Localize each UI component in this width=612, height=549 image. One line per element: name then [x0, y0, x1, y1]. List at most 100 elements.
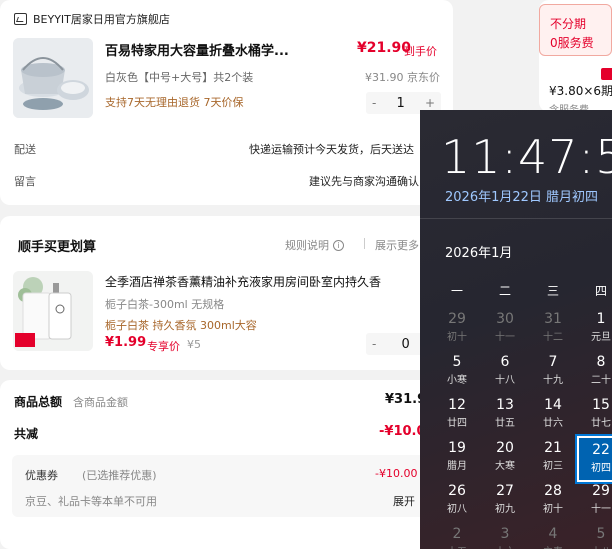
bundle-item-image[interactable] — [13, 271, 93, 351]
product-price: ¥21.90 — [357, 40, 412, 56]
calendar-day[interactable]: 3十六 — [481, 522, 529, 549]
rule-link-label: 规则说明 — [285, 239, 329, 252]
calendar-day-number: 29 — [592, 483, 610, 499]
calendar-day[interactable]: 14 廿六 — [529, 393, 577, 439]
calendar-lunar-label: 十六 — [481, 543, 529, 549]
calendar-day[interactable]: 13 廿五 — [481, 393, 529, 439]
bundle-original-price: ¥5 — [187, 338, 201, 351]
calendar-lunar-label: 廿七 — [591, 418, 611, 429]
link-divider — [364, 238, 365, 249]
calendar-day[interactable]: 15 廿七 — [577, 393, 612, 439]
calendar-day[interactable]: 29 十一 — [577, 479, 612, 525]
calendar-day[interactable]: 30 十一 — [481, 307, 529, 353]
calendar-day-number: 3 — [500, 526, 510, 542]
bundle-item-price: ¥1.99 — [105, 335, 147, 350]
calendar-day-number: 15 — [592, 397, 610, 413]
calendar-day-number: 5 — [452, 354, 462, 370]
calendar-day[interactable]: 8 二十 — [577, 350, 612, 396]
calendar-day-number: 20 — [496, 440, 514, 456]
delivery-label: 配送 — [14, 143, 36, 156]
weekday-thu: 四 — [594, 284, 607, 298]
calendar-day[interactable]: 29 初十 — [433, 307, 481, 353]
calendar-lunar-label: 立春 — [529, 543, 577, 549]
calendar-month-label[interactable]: 2026年1月 — [445, 242, 512, 261]
quantity-value[interactable]: 1 — [397, 96, 405, 111]
clock-time: 11:47:51 — [441, 130, 612, 184]
calendar-lunar-label: 十九 — [543, 375, 563, 386]
delivery-value[interactable]: 快递运输预计今天发货，后天送达 — [249, 141, 414, 157]
calendar-lunar-label: 元旦 — [591, 332, 611, 343]
rule-link[interactable]: 规则说明 i — [285, 237, 344, 253]
expand-button[interactable]: 展开 — [393, 493, 415, 509]
calendar-day-number: 8 — [596, 354, 606, 370]
calendar-day-number: 2 — [452, 526, 462, 542]
total-label: 商品总额 — [14, 395, 63, 409]
calendar-day[interactable]: 26 初八 — [433, 479, 481, 525]
calendar-lunar-label: 初十 — [543, 504, 563, 515]
calendar-lunar-label: 十一 — [591, 504, 611, 515]
calendar-day[interactable]: 31 十二 — [529, 307, 577, 353]
weekday-mon: 一 — [450, 284, 463, 298]
clock-date-link[interactable]: 2026年1月22日 腊月初四 — [445, 186, 598, 205]
calendar-lunar-label: 十八 — [495, 375, 515, 386]
product-spec[interactable]: 白灰色【中号+大号】共2个装 — [105, 69, 253, 85]
calendar-day-number: 31 — [544, 311, 562, 327]
installment-price[interactable]: ¥3.80×6期 — [549, 82, 612, 99]
folding-bucket-image — [13, 38, 93, 118]
note-input[interactable]: 建议先与商家沟通确认 — [309, 173, 419, 189]
bundle-quantity-value[interactable]: 0 — [402, 337, 410, 352]
calendar-lunar-label: 十二 — [543, 332, 563, 343]
shop-row[interactable]: BEYYIT居家日用官方旗舰店 — [14, 11, 170, 27]
calendar-day-today[interactable]: 22 初四 — [575, 434, 612, 484]
calendar-day[interactable]: 5 小寒 — [433, 350, 481, 396]
no-installment-option[interactable]: 不分期 0服务费 — [539, 4, 612, 56]
summary-card: 商品总额 含商品金额 ¥31.90 共减 -¥10.00 优惠券 (已选推荐优惠… — [0, 380, 453, 549]
calendar-day[interactable]: 21 初三 — [529, 436, 577, 482]
increase-button[interactable]: + — [425, 96, 435, 110]
calendar-day-number: 21 — [544, 440, 562, 456]
calendar-day[interactable]: 28 初十 — [529, 479, 577, 525]
shop-icon — [14, 13, 27, 25]
original-price: ¥31.90 京东价 — [365, 71, 440, 84]
total-sub: 含商品金额 — [73, 396, 128, 409]
price-tag: 到手价 — [404, 45, 437, 58]
coupon-box: 优惠券 (已选推荐优惠) -¥10.00 > 京豆、礼品卡等本单不可用 展开 — [12, 455, 443, 517]
bundle-price-label: 专享价 — [147, 340, 180, 353]
calendar-day[interactable]: 20 大寒 — [481, 436, 529, 482]
calendar-lunar-label: 廿五 — [495, 418, 515, 429]
shop-name: BEYYIT居家日用官方旗舰店 — [33, 13, 170, 26]
bundle-item-tags: 栀子白茶 持久香氛 300ml大容 — [105, 319, 257, 332]
calendar-day[interactable]: 7 十九 — [529, 350, 577, 396]
calendar-day-number: 5 — [596, 526, 606, 542]
calendar-day-number: 13 — [496, 397, 514, 413]
product-image[interactable] — [13, 38, 93, 118]
bundle-item-title[interactable]: 全季酒店禅茶香薰精油补充液家用房间卧室内持久香 — [105, 273, 425, 290]
clock-calendar-flyout: 11:47:51 2026年1月22日 腊月初四 2026年1月 一 二 三 四… — [420, 110, 612, 549]
calendar-day-number: 12 — [448, 397, 466, 413]
calendar-day[interactable]: 19 腊月 — [433, 436, 481, 482]
coupon-value[interactable]: -¥10.00 — [375, 467, 417, 480]
no-installment-label: 不分期 — [550, 17, 587, 31]
calendar-day[interactable]: 6 十八 — [481, 350, 529, 396]
bundle-card: 顺手买更划算 规则说明 i 展示更多 全季酒店禅茶香薰精油补充液家用房间卧室内持… — [0, 216, 453, 370]
coupon-note: (已选推荐优惠) — [82, 469, 157, 482]
info-icon: i — [333, 239, 344, 251]
calendar-lunar-label: 初四 — [591, 463, 611, 474]
calendar-day[interactable]: 12 廿四 — [433, 393, 481, 439]
calendar-lunar-label: 大寒 — [495, 461, 515, 472]
calendar-day-number: 7 — [548, 354, 558, 370]
calendar-lunar-label: 腊月 — [447, 461, 467, 472]
calendar-day[interactable]: 27 初九 — [481, 479, 529, 525]
calendar-day-number: 6 — [500, 354, 510, 370]
product-title[interactable]: 百易特家用大容量折叠水桶学... — [105, 40, 305, 59]
calendar-day[interactable]: 5十八 — [577, 522, 612, 549]
calendar-day-number: 4 — [548, 526, 558, 542]
calendar-day[interactable]: 1 元旦 — [577, 307, 612, 353]
calendar-lunar-label: 十五 — [433, 543, 481, 549]
calendar-day[interactable]: 4立春 — [529, 522, 577, 549]
bundle-decrease-button[interactable]: - — [372, 337, 376, 351]
decrease-button[interactable]: - — [372, 96, 376, 110]
show-more-link[interactable]: 展示更多 — [375, 237, 419, 253]
order-card: BEYYIT居家日用官方旗舰店 百易特家用大容量折叠水桶学... ¥21.90 … — [0, 0, 453, 205]
calendar-day[interactable]: 2十五 — [433, 522, 481, 549]
